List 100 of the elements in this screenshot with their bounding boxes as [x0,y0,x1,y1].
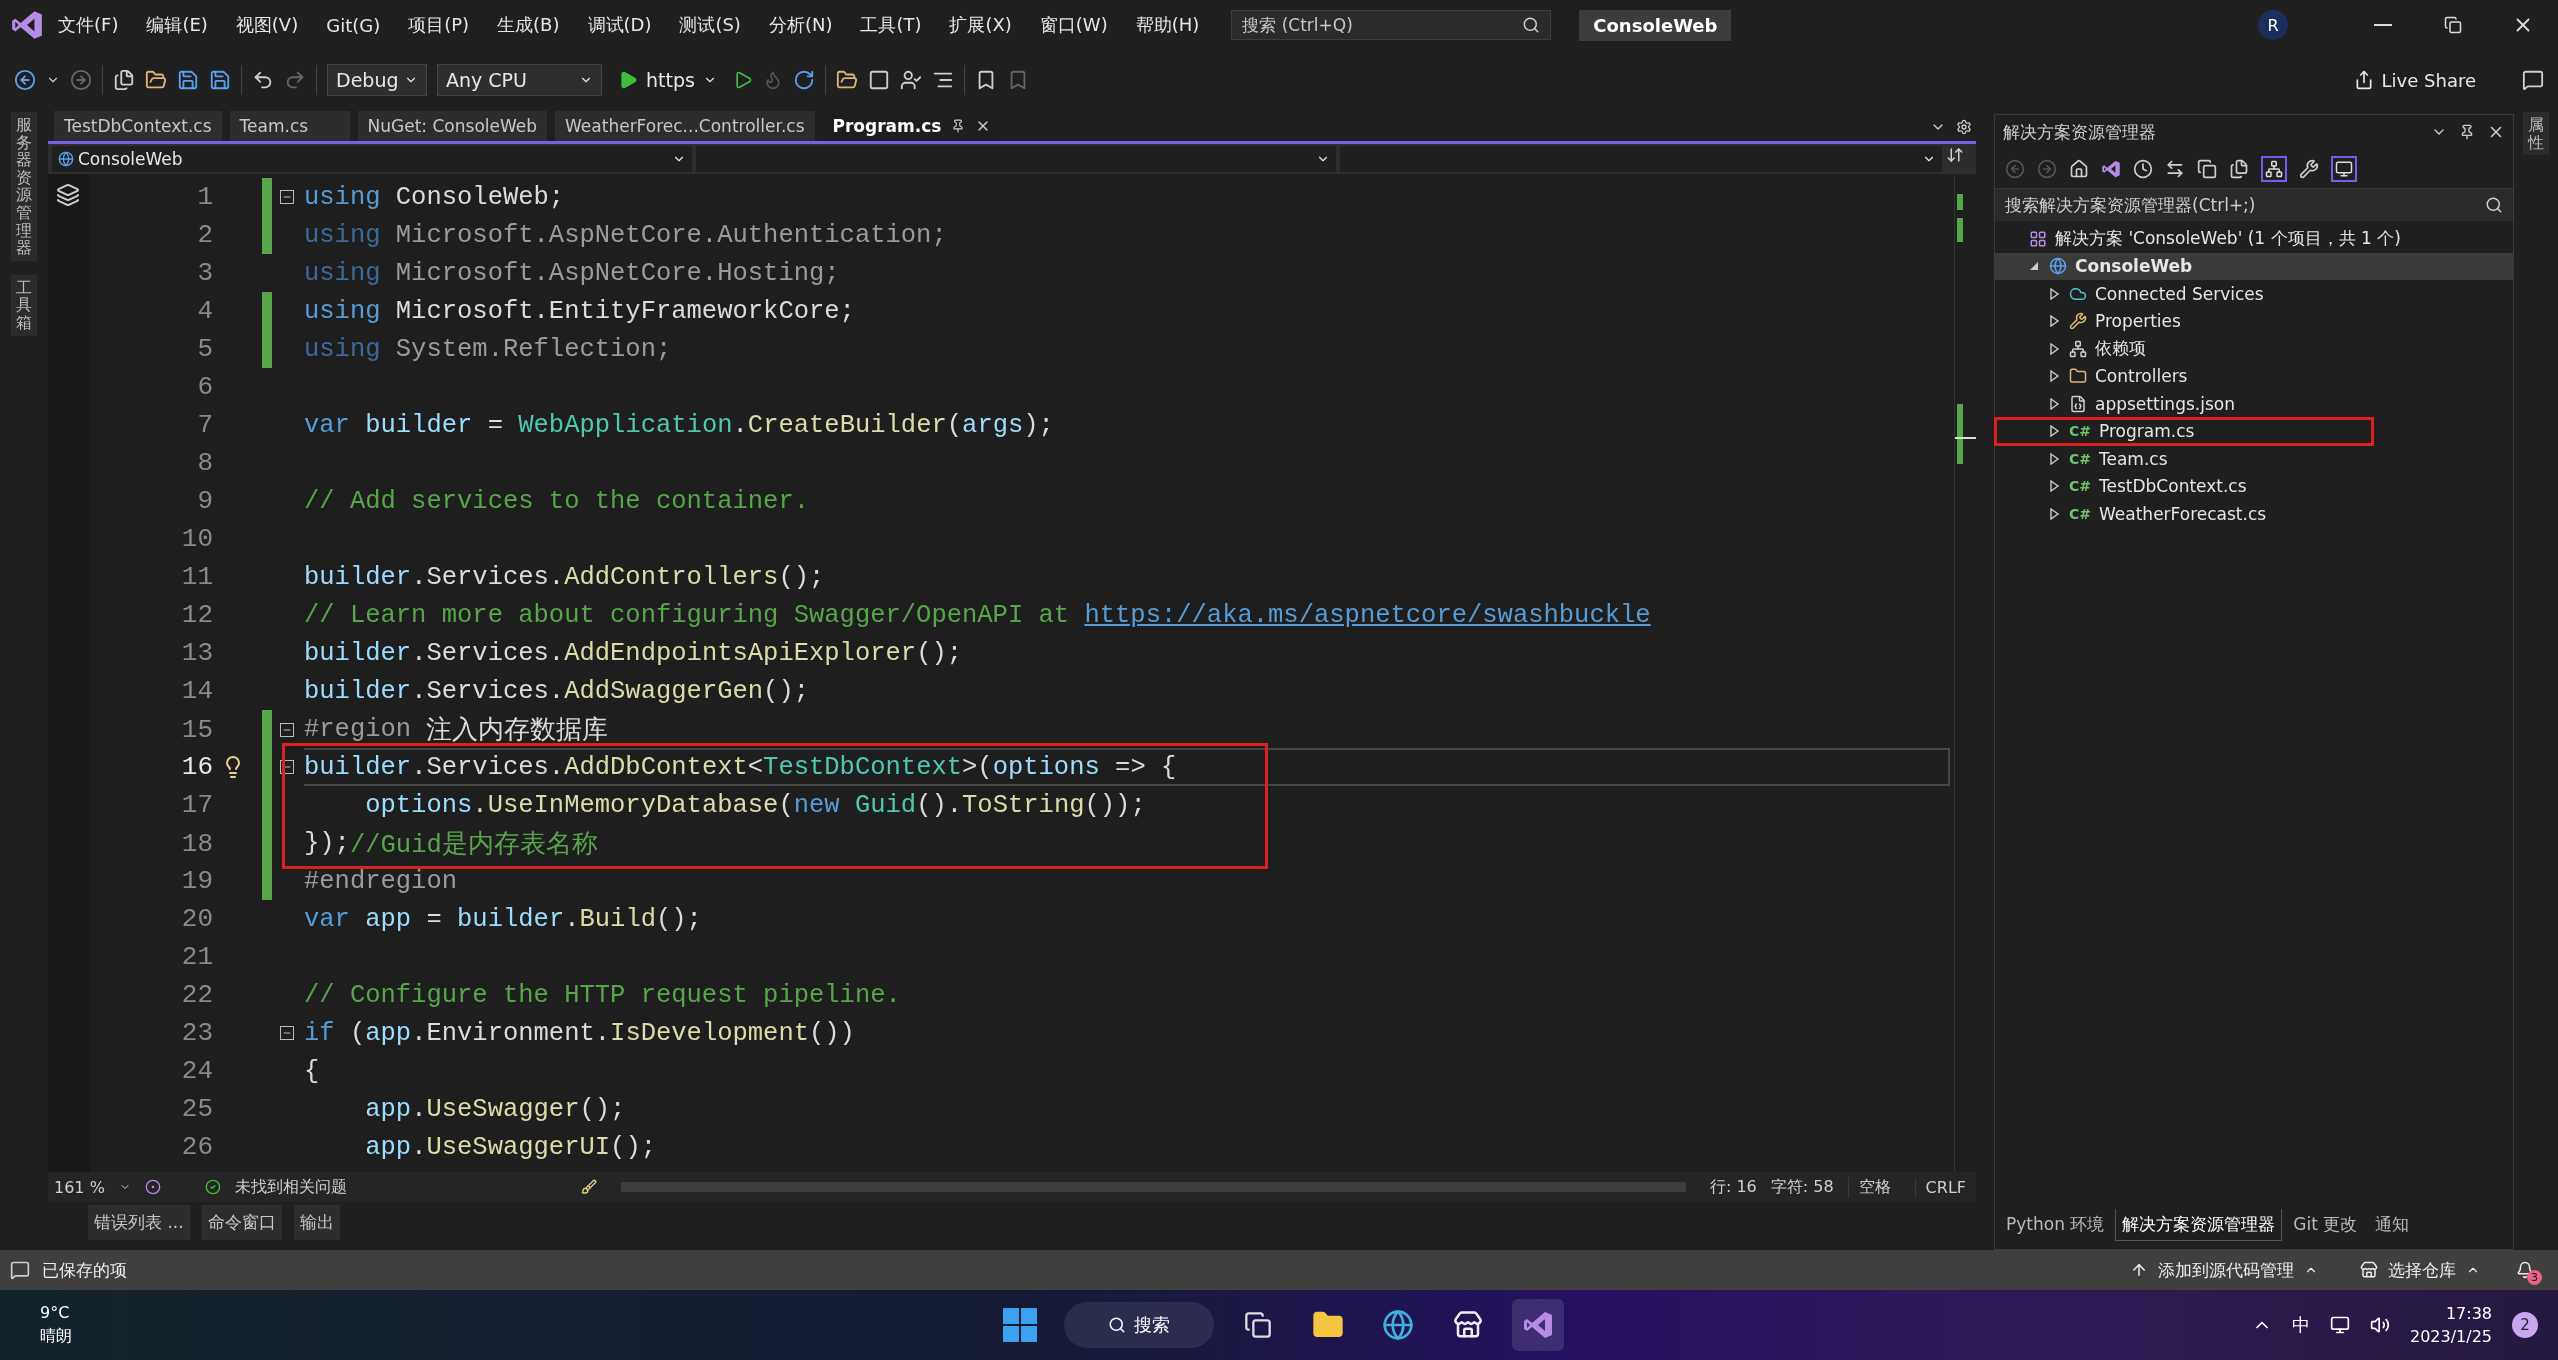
live-share-button[interactable]: Live Share [2347,68,2482,92]
user-avatar[interactable]: R [2258,10,2288,40]
expand-caret-icon[interactable] [2048,370,2060,383]
tree-item[interactable]: C# Program.cs [1995,417,2373,445]
settings-icon[interactable] [1956,119,1972,135]
collapse-icon[interactable] [280,722,294,737]
panel-tab[interactable]: Git 更改 [2286,1209,2365,1241]
configuration-dropdown[interactable]: Debug [327,64,427,96]
save-icon[interactable] [177,69,199,91]
volume-icon[interactable] [2369,1315,2390,1335]
search-field[interactable]: 搜索解决方案资源管理器(Ctrl+;) [1995,189,2513,221]
panel-tab[interactable]: 解决方案资源管理器 [2115,1209,2283,1241]
tree-item[interactable]: 依赖项 [1995,335,2513,363]
project-dropdown[interactable]: ConsoleWeb [52,146,692,172]
brush-icon[interactable] [580,1179,597,1195]
tree-item[interactable]: ConsoleWeb [1995,252,2513,280]
expand-caret-icon[interactable] [2048,480,2060,493]
open-folder-icon[interactable] [145,69,167,91]
zoom-level[interactable]: 161 % [54,1177,105,1197]
menu-item[interactable]: 视图(V) [221,7,313,43]
expand-caret-icon[interactable] [2048,425,2060,438]
pin-icon[interactable] [951,119,966,133]
expand-caret-icon[interactable] [2048,452,2060,465]
line-ending[interactable]: CRLF [1914,1177,1976,1197]
feedback-icon[interactable] [2522,69,2544,91]
csharp-file-icon: C# [2069,423,2091,440]
tree-item[interactable]: 解决方案 'ConsoleWeb' (1 个项目，共 1 个) [1995,225,2513,253]
expand-caret-icon[interactable] [2048,507,2060,520]
expand-caret-icon[interactable] [2048,342,2060,355]
menu-item[interactable]: 窗口(W) [1025,7,1122,43]
menu-item[interactable]: 分析(N) [754,7,847,43]
side-panel-tab[interactable]: 工具箱 [11,274,37,336]
visual-studio-taskbar-icon[interactable] [1512,1299,1564,1351]
menu-item[interactable]: 调试(D) [573,7,666,43]
refresh-icon[interactable] [792,69,815,91]
menu-item[interactable]: 文件(F) [44,7,133,43]
menu-item[interactable]: 帮助(H) [1121,7,1214,43]
menu-item[interactable]: 工具(T) [846,7,936,43]
menu-item[interactable]: Git(G) [312,8,395,42]
tool-window-tab[interactable]: 错误列表 ... [88,1204,190,1240]
document-tab[interactable]: Team.cs [229,111,350,141]
tree-item[interactable]: appsettings.json [1995,390,2513,418]
folder-search-icon[interactable] [835,69,858,91]
tree-item[interactable]: C# Team.cs [1995,445,2513,473]
panel-tab[interactable]: 通知 [2368,1209,2417,1241]
forward-icon[interactable] [70,69,92,91]
side-panel-tab[interactable]: 服务器资源管理器 [11,112,37,261]
expand-caret-icon[interactable] [2048,315,2060,328]
issues-status[interactable]: 未找到相关问题 [234,1176,347,1198]
platform-dropdown[interactable]: Any CPU [437,64,602,96]
source-control-button[interactable]: 添加到源代码管理 [2124,1257,2324,1283]
tree-item[interactable]: Properties [1995,307,2513,335]
run-button[interactable]: https [612,68,723,92]
input-method[interactable]: 中 [2291,1313,2310,1337]
collapse-caret-icon[interactable] [2028,260,2040,273]
vertical-scrollbar[interactable] [1954,174,1976,1172]
notification-count[interactable]: 2 [2512,1312,2538,1338]
menu-item[interactable]: 扩展(X) [935,7,1026,43]
preview-toggle[interactable] [2331,155,2357,182]
indent-mode[interactable]: 空格 [1847,1176,1901,1198]
undo-icon[interactable] [252,69,274,91]
tree-item[interactable]: Controllers [1995,362,2513,390]
clock-icon[interactable] [2133,158,2153,179]
menu-item[interactable]: 项目(P) [394,7,484,43]
new-item-icon[interactable] [113,69,135,91]
panel-tab[interactable]: Python 环境 [1999,1209,2112,1241]
collapse-icon[interactable] [280,190,294,204]
menu-item[interactable]: 生成(B) [483,7,574,43]
search-field[interactable]: 搜索 (Ctrl+Q) [1231,10,1552,40]
line-number: 19 [180,866,213,896]
menu-item[interactable]: 编辑(E) [132,7,222,43]
taskbar-search[interactable]: 搜索 [1064,1302,1214,1348]
menu-item[interactable]: 测试(S) [665,7,755,43]
expand-caret-icon[interactable] [2048,397,2060,410]
tree-view-toggle[interactable] [2261,155,2287,182]
copy-icon[interactable] [2229,158,2249,179]
document-tab[interactable]: NuGet: ConsoleWeb [357,111,548,141]
globe-icon [58,151,74,167]
sync-icon[interactable] [2165,158,2185,179]
horizontal-scrollbar[interactable] [620,1182,1686,1192]
notification-bell-icon[interactable] [2516,1261,2534,1279]
repository-button[interactable]: 选择仓库 [2354,1257,2486,1283]
tree-item[interactable]: Connected Services [1995,280,2513,308]
document-tab[interactable]: WeatherForec...Controller.cs [555,111,815,141]
tree-item[interactable]: C# WeatherForecast.cs [1995,500,2513,528]
tree-item[interactable]: C# TestDbContext.cs [1995,472,2513,500]
save-all-icon[interactable] [209,69,231,91]
back-icon[interactable] [14,69,36,91]
home-icon[interactable] [2069,158,2089,179]
expand-caret-icon[interactable] [2048,287,2060,300]
document-tab[interactable]: TestDbContext.cs [54,111,222,141]
collapse-icon[interactable] [280,760,294,774]
tool-window-tab[interactable]: 命令窗口 [201,1204,282,1240]
pin-icon[interactable] [2459,124,2475,140]
side-panel-tab[interactable]: 属性 [2523,112,2549,156]
redo-icon[interactable] [284,69,306,91]
wrench-icon[interactable] [2299,158,2319,179]
tool-window-tab[interactable]: 输出 [293,1204,340,1240]
collapse-icon[interactable] [280,1026,294,1040]
window-icon[interactable] [867,69,890,91]
